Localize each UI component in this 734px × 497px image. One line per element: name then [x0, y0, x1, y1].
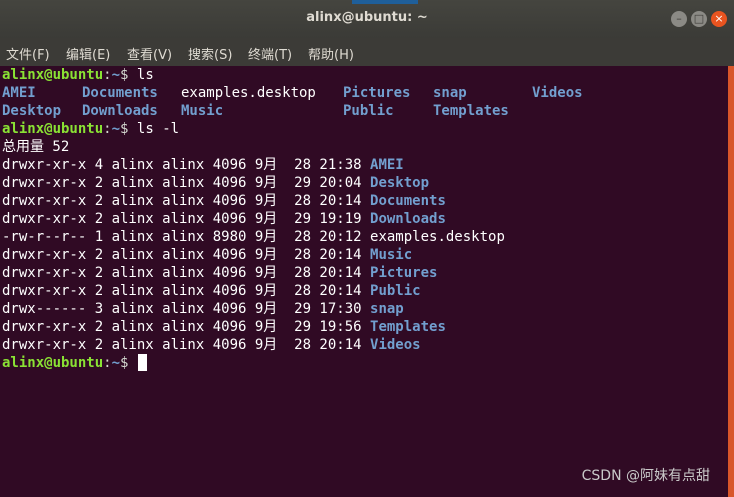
prompt-path: ~: [111, 355, 121, 371]
prompt-sep: :: [103, 67, 112, 83]
menu-bar: 文件(F) 编辑(E) 查看(V) 搜索(S) 终端(T) 帮助(H): [0, 38, 734, 66]
dir-entry: Documents: [370, 193, 446, 209]
dir-entry: snap: [370, 301, 404, 317]
title-bar[interactable]: alinx@ubuntu: ~ – □ ×: [0, 0, 734, 38]
ls-row: Desktop Downloads Music Public Templates: [2, 102, 722, 120]
listing-row: drwxr-xr-x 2 alinx alinx 4096 9月 28 20:1…: [2, 192, 446, 210]
dir-entry: Public: [343, 103, 394, 119]
listing-meta: drwxr-xr-x 2 alinx alinx 4096 9月 28 20:1…: [2, 337, 362, 353]
command-text: ls -l: [136, 121, 180, 137]
listing-meta: drwxr-xr-x 2 alinx alinx 4096 9月 28 20:1…: [2, 193, 362, 209]
window-title: alinx@ubuntu: ~: [306, 10, 428, 25]
terminal-window: alinx@ubuntu: ~ – □ × 文件(F) 编辑(E) 查看(V) …: [0, 0, 734, 497]
menu-search[interactable]: 搜索(S): [188, 44, 232, 63]
listing-meta: drwx------ 3 alinx alinx 4096 9月 29 17:3…: [2, 301, 362, 317]
minimize-icon[interactable]: –: [671, 11, 687, 27]
dir-entry: Templates: [370, 319, 446, 335]
dir-entry: Documents: [82, 85, 158, 101]
menu-view[interactable]: 查看(V): [127, 44, 172, 63]
decorative-strip: [352, 0, 418, 4]
prompt-line: alinx@ubuntu:~$: [2, 354, 147, 372]
ls-row: AMEI Documents examples.desktop Pictures…: [2, 84, 722, 102]
dir-entry: Pictures: [370, 265, 438, 281]
listing-row: drwxr-xr-x 2 alinx alinx 4096 9月 28 20:1…: [2, 282, 421, 300]
listing-row: -rw-r--r-- 1 alinx alinx 8980 9月 28 20:1…: [2, 228, 505, 246]
command-text: ls: [136, 67, 154, 83]
listing-meta: -rw-r--r-- 1 alinx alinx 8980 9月 28 20:1…: [2, 229, 362, 245]
maximize-icon[interactable]: □: [691, 11, 707, 27]
dir-entry: AMEI: [370, 157, 404, 173]
prompt-line: alinx@ubuntu:~$ ls -l: [2, 120, 179, 138]
file-entry: examples.desktop: [181, 85, 316, 101]
listing-meta: drwxr-xr-x 2 alinx alinx 4096 9月 28 20:1…: [2, 283, 362, 299]
prompt-symbol: $: [120, 121, 129, 137]
prompt-symbol: $: [120, 67, 129, 83]
prompt-line: alinx@ubuntu:~$ ls: [2, 66, 154, 84]
dir-entry: Public: [370, 283, 421, 299]
dir-entry: Desktop: [2, 103, 62, 119]
dir-entry: Desktop: [370, 175, 430, 191]
listing-row: drwxr-xr-x 4 alinx alinx 4096 9月 28 21:3…: [2, 156, 404, 174]
prompt-user-host: alinx@ubuntu: [2, 121, 104, 137]
text-cursor: [137, 354, 147, 371]
listing-row: drwxr-xr-x 2 alinx alinx 4096 9月 29 19:1…: [2, 210, 446, 228]
terminal-output[interactable]: alinx@ubuntu:~$ ls AMEI Documents exampl…: [0, 66, 728, 497]
listing-meta: drwxr-xr-x 2 alinx alinx 4096 9月 29 20:0…: [2, 175, 362, 191]
listing-row: drwx------ 3 alinx alinx 4096 9月 29 17:3…: [2, 300, 404, 318]
listing-meta: drwxr-xr-x 2 alinx alinx 4096 9月 28 20:1…: [2, 247, 362, 263]
dir-entry: AMEI: [2, 85, 36, 101]
prompt-sep: :: [103, 121, 112, 137]
dir-entry: Downloads: [82, 103, 158, 119]
prompt-user-host: alinx@ubuntu: [2, 355, 104, 371]
dir-entry: Music: [370, 247, 413, 263]
menu-help[interactable]: 帮助(H): [308, 44, 354, 63]
file-entry: examples.desktop: [370, 229, 505, 245]
dir-entry: Videos: [370, 337, 421, 353]
dir-entry: Templates: [433, 103, 509, 119]
dir-entry: Music: [181, 103, 224, 119]
total-line: 总用量 52: [2, 139, 70, 155]
prompt-path: ~: [111, 121, 121, 137]
prompt-path: ~: [111, 67, 121, 83]
dir-entry: snap: [433, 85, 467, 101]
listing-meta: drwxr-xr-x 2 alinx alinx 4096 9月 29 19:1…: [2, 211, 362, 227]
listing-meta: drwxr-xr-x 2 alinx alinx 4096 9月 28 20:1…: [2, 265, 362, 281]
scrollbar[interactable]: [728, 66, 734, 497]
prompt-sep: :: [103, 355, 112, 371]
listing-meta: drwxr-xr-x 4 alinx alinx 4096 9月 28 21:3…: [2, 157, 362, 173]
listing-meta: drwxr-xr-x 2 alinx alinx 4096 9月 29 19:5…: [2, 319, 362, 335]
prompt-symbol: $: [120, 355, 129, 371]
listing-row: drwxr-xr-x 2 alinx alinx 4096 9月 28 20:1…: [2, 336, 421, 354]
watermark: CSDN @阿妹有点甜: [581, 468, 710, 484]
menu-terminal[interactable]: 终端(T): [248, 44, 292, 63]
prompt-user-host: alinx@ubuntu: [2, 67, 104, 83]
listing-row: drwxr-xr-x 2 alinx alinx 4096 9月 29 19:5…: [2, 318, 446, 336]
dir-entry: Pictures: [343, 85, 411, 101]
listing-row: drwxr-xr-x 2 alinx alinx 4096 9月 28 20:1…: [2, 264, 437, 282]
menu-file[interactable]: 文件(F): [6, 44, 50, 63]
dir-entry: Videos: [532, 85, 583, 101]
menu-edit[interactable]: 编辑(E): [66, 44, 110, 63]
dir-entry: Downloads: [370, 211, 446, 227]
listing-row: drwxr-xr-x 2 alinx alinx 4096 9月 28 20:1…: [2, 246, 412, 264]
listing-row: drwxr-xr-x 2 alinx alinx 4096 9月 29 20:0…: [2, 174, 429, 192]
close-icon[interactable]: ×: [711, 11, 727, 27]
